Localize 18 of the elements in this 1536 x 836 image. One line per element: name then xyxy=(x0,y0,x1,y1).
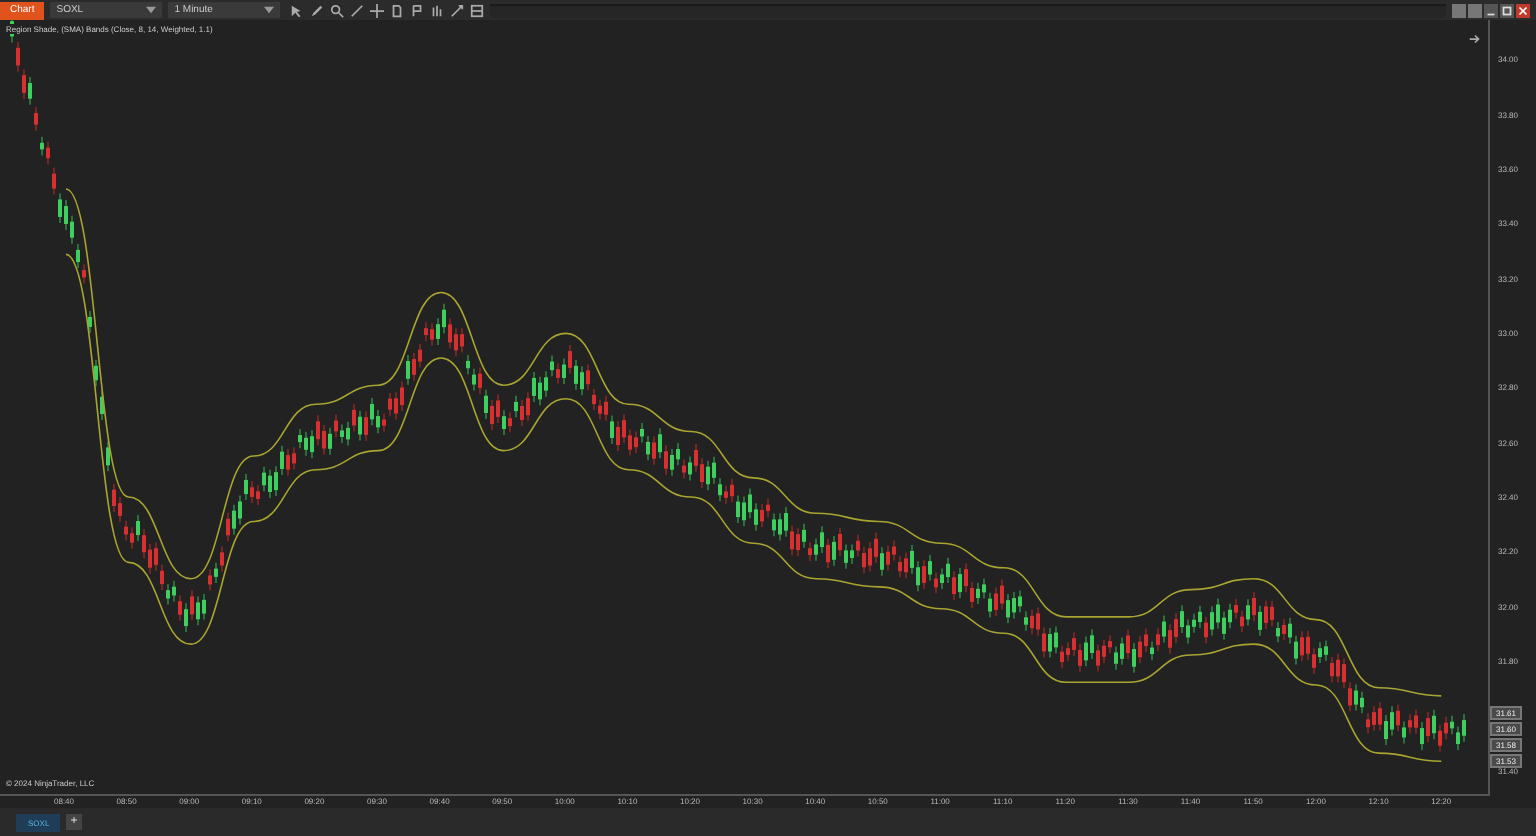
bars-icon[interactable] xyxy=(430,3,445,17)
caret-icon xyxy=(146,6,157,14)
search-icon[interactable] xyxy=(330,3,345,17)
tile-icon[interactable] xyxy=(1452,3,1466,17)
crosshair-icon[interactable] xyxy=(370,3,385,17)
grid-icon[interactable] xyxy=(470,3,485,17)
tile-icon[interactable] xyxy=(1468,3,1482,17)
caret-icon xyxy=(264,6,275,14)
close-icon[interactable] xyxy=(1516,3,1530,17)
document-icon[interactable] xyxy=(390,3,405,17)
pointer-icon[interactable] xyxy=(290,3,305,17)
line-icon[interactable] xyxy=(350,3,365,17)
arrows-icon[interactable] xyxy=(450,3,465,17)
arrow-icon[interactable] xyxy=(1468,32,1482,46)
flag-icon[interactable] xyxy=(410,3,425,17)
minimize-icon[interactable] xyxy=(1484,3,1498,17)
pencil-icon[interactable] xyxy=(310,3,325,17)
restore-icon[interactable] xyxy=(1500,3,1514,17)
